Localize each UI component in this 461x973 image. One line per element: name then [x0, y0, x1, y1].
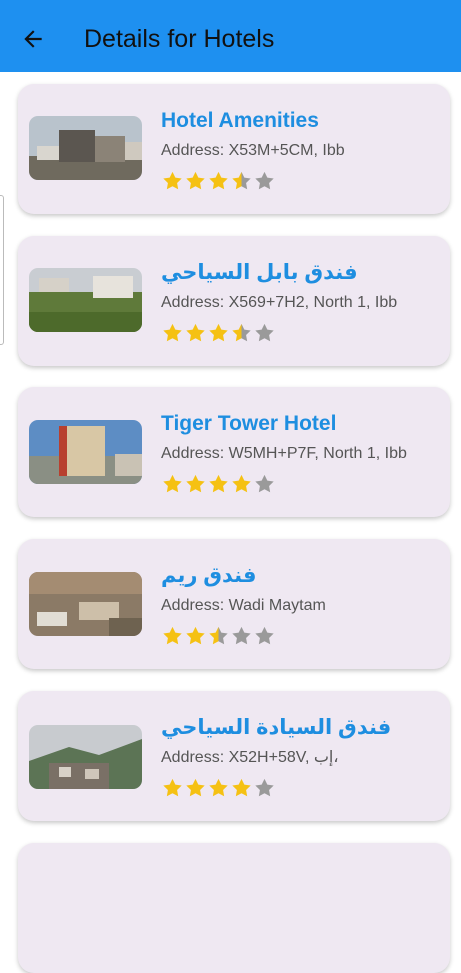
- star-filled-icon: [232, 474, 251, 493]
- hotel-image: [29, 268, 142, 332]
- star-empty-icon: [232, 626, 251, 645]
- star-filled-icon: [186, 778, 205, 797]
- star-filled-icon: [186, 171, 205, 190]
- star-filled-icon: [163, 778, 182, 797]
- star-rating: [161, 473, 276, 495]
- hotel-address: Address: X569+7H2, North 1, Ibb: [161, 294, 398, 311]
- hotel-name: Tiger Tower Hotel: [161, 412, 337, 435]
- hotel-address: Address: X53M+5CM, Ibb: [161, 142, 345, 159]
- hotel-address: Address: Wadi Maytam: [161, 597, 326, 614]
- star-filled-icon: [232, 778, 251, 797]
- app-bar: Details for Hotels: [0, 0, 461, 72]
- hotel-image: [29, 420, 142, 484]
- star-filled-icon: [163, 474, 182, 493]
- hotel-card[interactable]: فندق بابل السياحي Address: X569+7H2, Nor…: [18, 236, 450, 366]
- star-rating: [161, 777, 276, 799]
- star-empty-icon: [255, 778, 274, 797]
- star-empty-icon: [255, 171, 274, 190]
- hotel-name: Hotel Amenities: [161, 109, 319, 132]
- star-filled-icon: [163, 626, 182, 645]
- hotel-image: [29, 725, 142, 789]
- hotel-card[interactable]: Tiger Tower Hotel Address: W5MH+P7F, Nor…: [18, 387, 450, 517]
- star-filled-icon: [163, 323, 182, 342]
- star-empty-icon: [255, 323, 274, 342]
- star-filled-icon: [186, 323, 205, 342]
- star-filled-icon: [186, 626, 205, 645]
- hotel-image: [29, 116, 142, 180]
- star-half-icon: [232, 171, 251, 190]
- star-filled-icon: [209, 474, 228, 493]
- hotel-name: فندق بابل السياحي: [161, 261, 358, 284]
- star-half-icon: [232, 323, 251, 342]
- hotel-card[interactable]: فندق ريم Address: Wadi Maytam: [18, 539, 450, 669]
- hotel-address: Address: X52H+58V, إب،: [161, 749, 339, 766]
- hotel-card[interactable]: [18, 843, 450, 973]
- star-empty-icon: [255, 626, 274, 645]
- star-rating: [161, 170, 276, 192]
- star-half-icon: [209, 626, 228, 645]
- star-filled-icon: [209, 171, 228, 190]
- hotel-card[interactable]: فندق السيادة السياحي Address: X52H+58V, …: [18, 691, 450, 821]
- star-filled-icon: [209, 323, 228, 342]
- hotel-address: Address: W5MH+P7F, North 1, Ibb: [161, 445, 407, 462]
- star-filled-icon: [209, 778, 228, 797]
- hotel-name: فندق السيادة السياحي: [161, 716, 392, 739]
- star-filled-icon: [163, 171, 182, 190]
- hotel-image: [29, 572, 142, 636]
- star-empty-icon: [255, 474, 274, 493]
- page-title: Details for Hotels: [84, 25, 275, 53]
- hotel-card[interactable]: Hotel Amenities Address: X53M+5CM, Ibb: [18, 84, 450, 214]
- arrow-back-icon[interactable]: [20, 26, 46, 52]
- star-filled-icon: [186, 474, 205, 493]
- star-rating: [161, 625, 276, 647]
- hotel-name: فندق ريم: [161, 564, 257, 587]
- star-rating: [161, 322, 276, 344]
- edge-divider: [0, 195, 4, 345]
